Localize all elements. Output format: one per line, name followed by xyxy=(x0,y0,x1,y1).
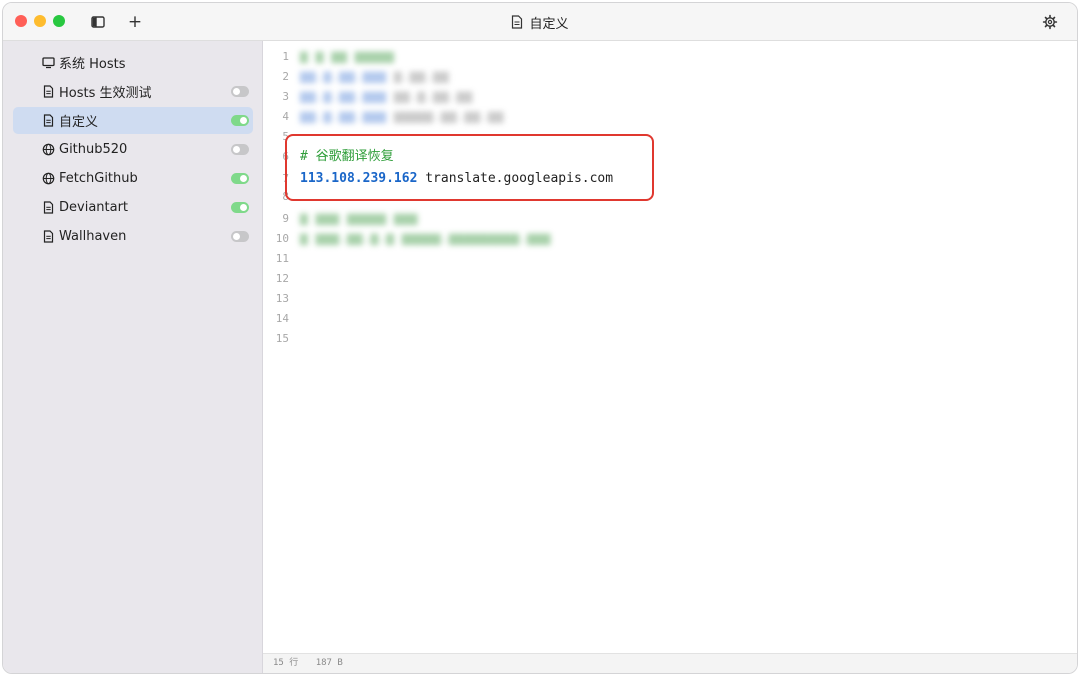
editor-line: 11 xyxy=(263,249,1077,269)
editor-line: 3 ▆▆.▆.▆▆.▆▆▆ ▆▆.▆.▆▆.▆▆ xyxy=(263,87,1077,107)
title-bar: + 自定义 xyxy=(3,3,1077,41)
window-title-text: 自定义 xyxy=(529,16,569,32)
document-icon xyxy=(37,114,59,127)
line-number: 12 xyxy=(275,272,289,285)
sidebar-item-label: Github520 xyxy=(59,142,128,157)
enable-toggle[interactable] xyxy=(231,173,249,184)
sidebar-item-label: Deviantart xyxy=(59,200,129,215)
document-icon xyxy=(512,15,523,29)
document-icon xyxy=(37,85,59,98)
window-title: 自定义 xyxy=(3,3,1077,41)
sidebar-item-fetchgithub[interactable]: FetchGithub xyxy=(13,165,253,192)
redacted-line: ▆ ▆▆▆ ▆▆▆▆▆ ▆▆▆ xyxy=(300,211,418,226)
sidebar-item-wallhaven[interactable]: Wallhaven xyxy=(13,223,253,250)
globe-icon xyxy=(37,143,59,156)
monitor-icon xyxy=(37,56,59,69)
sidebar: 系统 Hosts Hosts 生效测试 自定义 Github520 FetchG… xyxy=(3,41,263,673)
editor-line: 15 xyxy=(263,329,1077,349)
line-number: 11 xyxy=(275,252,289,265)
sidebar-item-deviantart[interactable]: Deviantart xyxy=(13,194,253,221)
globe-icon xyxy=(37,172,59,185)
editor-line: 2 ▆▆.▆.▆▆.▆▆▆ ▆.▆▆.▆▆ xyxy=(263,67,1077,87)
code-editor[interactable]: 1 ▆ ▆ ▆▆ ▆▆▆▆▆ 2 ▆▆.▆.▆▆.▆▆▆ ▆.▆▆.▆▆ 3 ▆… xyxy=(263,41,1077,653)
line-number: 2 xyxy=(282,70,289,83)
close-window-button[interactable] xyxy=(15,15,27,27)
editor-line: 10 ▆ ▆▆▆.▆▆.▆.▆ ▆▆▆▆▆.▆▆▆▆▆▆▆▆▆.▆▆▆ xyxy=(263,229,1077,249)
line-count: 15 行 xyxy=(273,658,299,668)
redacted-line: ▆▆.▆.▆▆.▆▆▆ ▆.▆▆.▆▆ xyxy=(300,69,449,84)
status-bar: 15 行 187 B xyxy=(263,653,1077,673)
document-icon xyxy=(37,201,59,214)
redacted-line: ▆ ▆▆▆.▆▆.▆.▆ ▆▆▆▆▆.▆▆▆▆▆▆▆▆▆.▆▆▆ xyxy=(300,231,551,246)
line-number: 10 xyxy=(275,232,289,245)
zoom-window-button[interactable] xyxy=(53,15,65,27)
document-icon xyxy=(37,230,59,243)
sidebar-item-label: FetchGithub xyxy=(59,171,138,186)
enable-toggle[interactable] xyxy=(231,86,249,97)
line-number: 14 xyxy=(275,312,289,325)
sidebar-item-system-hosts[interactable]: 系统 Hosts xyxy=(13,49,253,76)
enable-toggle[interactable] xyxy=(231,231,249,242)
sidebar-item-github520[interactable]: Github520 xyxy=(13,136,253,163)
sidebar-item-label: 自定义 xyxy=(59,115,99,130)
app-window: + 自定义 系统 Hosts Hosts 生效测试 自定义 Github520 … xyxy=(2,2,1078,674)
sidebar-item-label: Hosts 生效测试 xyxy=(59,86,152,101)
sidebar-item-label: 系统 Hosts xyxy=(59,57,126,72)
sidebar-item-label: Wallhaven xyxy=(59,229,127,244)
editor-line: 14 xyxy=(263,309,1077,329)
editor-line: 1 ▆ ▆ ▆▆ ▆▆▆▆▆ xyxy=(263,47,1077,67)
line-number: 1 xyxy=(282,50,289,63)
enable-toggle[interactable] xyxy=(231,144,249,155)
redacted-line: ▆ ▆ ▆▆ ▆▆▆▆▆ xyxy=(300,49,394,64)
line-number: 13 xyxy=(275,292,289,305)
highlight-annotation-box xyxy=(285,134,654,201)
line-number: 15 xyxy=(275,332,289,345)
sidebar-toggle-icon[interactable] xyxy=(88,12,108,32)
editor-line: 9 ▆ ▆▆▆ ▆▆▆▆▆ ▆▆▆ xyxy=(263,209,1077,229)
line-number: 3 xyxy=(282,90,289,103)
minimize-window-button[interactable] xyxy=(34,15,46,27)
enable-toggle[interactable] xyxy=(231,202,249,213)
redacted-line: ▆▆.▆.▆▆.▆▆▆ ▆▆▆▆▆.▆▆.▆▆.▆▆ xyxy=(300,109,504,124)
line-number: 4 xyxy=(282,110,289,123)
add-hosts-button[interactable]: + xyxy=(125,12,145,32)
file-size: 187 B xyxy=(315,658,343,668)
sidebar-item-hosts-test[interactable]: Hosts 生效测试 xyxy=(13,78,253,105)
editor-line: 13 xyxy=(263,289,1077,309)
editor-line: 12 xyxy=(263,269,1077,289)
line-number: 9 xyxy=(282,212,289,225)
redacted-line: ▆▆.▆.▆▆.▆▆▆ ▆▆.▆.▆▆.▆▆ xyxy=(300,89,473,104)
enable-toggle[interactable] xyxy=(231,115,249,126)
sidebar-item-custom[interactable]: 自定义 xyxy=(13,107,253,134)
editor-line: 4 ▆▆.▆.▆▆.▆▆▆ ▆▆▆▆▆.▆▆.▆▆.▆▆ xyxy=(263,107,1077,127)
gear-icon[interactable] xyxy=(1041,13,1059,31)
